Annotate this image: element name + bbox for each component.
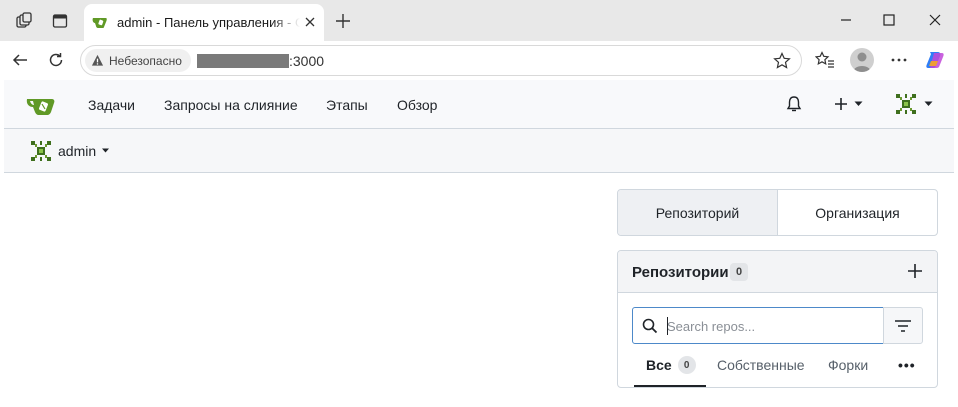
minimize-icon[interactable] bbox=[836, 10, 856, 30]
add-repository-icon[interactable] bbox=[907, 263, 923, 279]
security-label: Небезопасно bbox=[109, 53, 182, 68]
repositories-panel: Репозитории 0 Все 0 Собственные Форки bbox=[617, 250, 938, 388]
nav-explore[interactable]: Обзор bbox=[397, 97, 437, 113]
repo-filter-tabs: Все 0 Собственные Форки ••• bbox=[618, 351, 937, 387]
create-new-menu[interactable] bbox=[834, 94, 863, 114]
user-avatar-icon bbox=[896, 94, 916, 114]
filter-icon bbox=[895, 319, 911, 332]
caret-down-icon bbox=[924, 101, 933, 106]
reload-icon[interactable] bbox=[45, 49, 67, 71]
copilot-icon[interactable] bbox=[924, 49, 946, 71]
workspaces-icon[interactable] bbox=[14, 11, 34, 31]
notifications-button[interactable] bbox=[786, 94, 802, 114]
favorite-star-icon[interactable] bbox=[773, 52, 791, 70]
context-bar: admin bbox=[4, 129, 954, 173]
user-avatar-icon bbox=[31, 141, 51, 161]
caret-down-icon bbox=[102, 148, 110, 153]
tab-owned[interactable]: Собственные bbox=[717, 357, 805, 387]
context-user-name: admin bbox=[58, 143, 97, 159]
browser-tab-strip: admin - Панель управления - Gitea bbox=[0, 0, 958, 41]
close-window-icon[interactable] bbox=[925, 10, 945, 30]
browser-tab-active[interactable]: admin - Панель управления - Gitea bbox=[84, 4, 324, 41]
favorites-icon[interactable] bbox=[814, 49, 836, 71]
vertical-tabs-icon[interactable] bbox=[50, 11, 70, 31]
nav-milestones[interactable]: Этапы bbox=[326, 97, 368, 113]
repositories-header: Репозитории 0 bbox=[618, 251, 937, 293]
tab-all[interactable]: Все 0 bbox=[634, 356, 706, 387]
new-tab-icon[interactable] bbox=[333, 11, 353, 31]
repositories-title: Репозитории bbox=[632, 264, 729, 281]
context-user-switcher[interactable]: admin bbox=[29, 139, 110, 163]
nav-issues[interactable]: Задачи bbox=[88, 97, 135, 113]
gitea-logo-icon[interactable] bbox=[26, 94, 58, 116]
security-indicator[interactable]: Небезопасно bbox=[85, 49, 191, 72]
repo-search-field[interactable] bbox=[632, 307, 884, 344]
text-cursor bbox=[667, 317, 668, 335]
switch-organization[interactable]: Организация bbox=[778, 190, 937, 235]
profile-avatar-icon[interactable] bbox=[850, 48, 874, 72]
url-redacted-host bbox=[197, 54, 289, 68]
tab-title: admin - Панель управления - Gitea bbox=[117, 15, 300, 30]
tab-owned-label: Собственные bbox=[717, 357, 805, 373]
user-menu[interactable] bbox=[894, 94, 933, 114]
tab-forks-label: Форки bbox=[828, 357, 869, 373]
switch-repository[interactable]: Репозиторий bbox=[618, 190, 778, 235]
browser-toolbar: Небезопасно :3000 bbox=[0, 41, 958, 80]
warning-icon bbox=[91, 54, 104, 66]
repo-search-input[interactable] bbox=[667, 314, 877, 338]
close-tab-icon[interactable] bbox=[302, 14, 318, 30]
tab-forks[interactable]: Форки bbox=[828, 357, 868, 387]
bell-icon bbox=[786, 96, 802, 112]
plus-icon bbox=[835, 98, 847, 110]
maximize-icon[interactable] bbox=[879, 10, 899, 30]
repo-org-switcher: Репозиторий Организация bbox=[617, 189, 938, 236]
more-tabs-icon: ••• bbox=[898, 357, 916, 373]
top-navbar: Задачи Запросы на слияние Этапы Обзор bbox=[4, 80, 954, 129]
gitea-favicon-icon bbox=[92, 18, 107, 28]
back-icon[interactable] bbox=[9, 49, 31, 71]
repo-filter-button[interactable] bbox=[883, 307, 923, 344]
caret-down-icon bbox=[854, 101, 863, 106]
more-tabs-button[interactable]: ••• bbox=[898, 357, 916, 387]
tab-all-count: 0 bbox=[677, 356, 696, 374]
repositories-count-badge: 0 bbox=[730, 263, 748, 281]
gitea-page: Задачи Запросы на слияние Этапы Обзор ad… bbox=[4, 80, 954, 407]
tab-all-label: Все bbox=[646, 357, 672, 373]
address-bar[interactable]: Небезопасно :3000 bbox=[80, 45, 802, 76]
search-icon bbox=[642, 318, 658, 334]
more-options-icon[interactable] bbox=[888, 49, 910, 71]
nav-pull-requests[interactable]: Запросы на слияние bbox=[164, 97, 298, 113]
url-port: :3000 bbox=[289, 53, 325, 69]
